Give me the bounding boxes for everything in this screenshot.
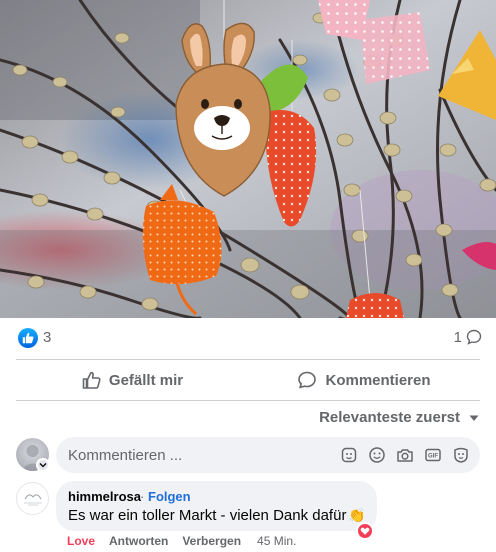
- comment-bubble: himmelrosa · Folgen Es war ein toller Ma…: [56, 481, 377, 531]
- comment-actions: Love Antworten Verbergen 45 Min.: [67, 534, 296, 548]
- thumbs-up-glyph: [22, 332, 34, 344]
- comment-input[interactable]: [68, 437, 318, 473]
- comment-button-label: Kommentieren: [325, 371, 431, 389]
- like-icon[interactable]: [18, 328, 38, 348]
- caret-down-icon: [469, 415, 479, 421]
- reply-link[interactable]: Antworten: [109, 534, 168, 548]
- follow-link[interactable]: Folgen: [148, 489, 191, 504]
- reactions-bar: 3 1: [0, 318, 496, 358]
- comment-button[interactable]: Kommentieren: [248, 360, 480, 400]
- comment-count[interactable]: 1: [454, 329, 462, 346]
- reaction-count[interactable]: 3: [43, 329, 51, 346]
- divider-bottom: [16, 400, 480, 401]
- heart-icon[interactable]: [356, 522, 374, 540]
- profile-switch-chevron-icon[interactable]: [36, 458, 50, 472]
- hide-comment-link[interactable]: Verbergen: [182, 534, 241, 548]
- sticker-icon[interactable]: [338, 444, 360, 466]
- like-button-label: Gefällt mir: [108, 371, 184, 389]
- comment-bubble-icon[interactable]: [466, 329, 482, 350]
- love-reaction-link[interactable]: Love: [67, 534, 95, 548]
- post-actions: Gefällt mir Kommentieren: [16, 360, 480, 400]
- commenter-avatar[interactable]: [16, 482, 49, 515]
- thumbs-up-icon: [82, 371, 101, 389]
- comment-author[interactable]: himmelrosa: [68, 489, 141, 504]
- post-photo[interactable]: [0, 0, 496, 318]
- avatar-sticker-icon[interactable]: [450, 444, 472, 466]
- comment-composer: GIF: [56, 437, 480, 473]
- comment-timestamp[interactable]: 45 Min.: [257, 534, 296, 548]
- sort-label: Relevanteste zuerst: [319, 409, 460, 426]
- svg-text:GIF: GIF: [428, 454, 438, 460]
- comment-text: Es war ein toller Markt - vielen Dank da…: [68, 507, 347, 524]
- like-button[interactable]: Gefällt mir: [16, 360, 248, 400]
- easter-decoration-photo: [0, 0, 496, 318]
- comment-icon: [298, 371, 317, 389]
- gif-icon[interactable]: GIF: [422, 444, 444, 466]
- composer-tools: GIF: [338, 444, 472, 466]
- sort-comments-dropdown[interactable]: Relevanteste zuerst: [319, 409, 480, 426]
- emoji-icon[interactable]: [366, 444, 388, 466]
- author-separator: ·: [140, 489, 145, 504]
- camera-icon[interactable]: [394, 444, 416, 466]
- himmelrosa-logo-icon: [19, 485, 46, 512]
